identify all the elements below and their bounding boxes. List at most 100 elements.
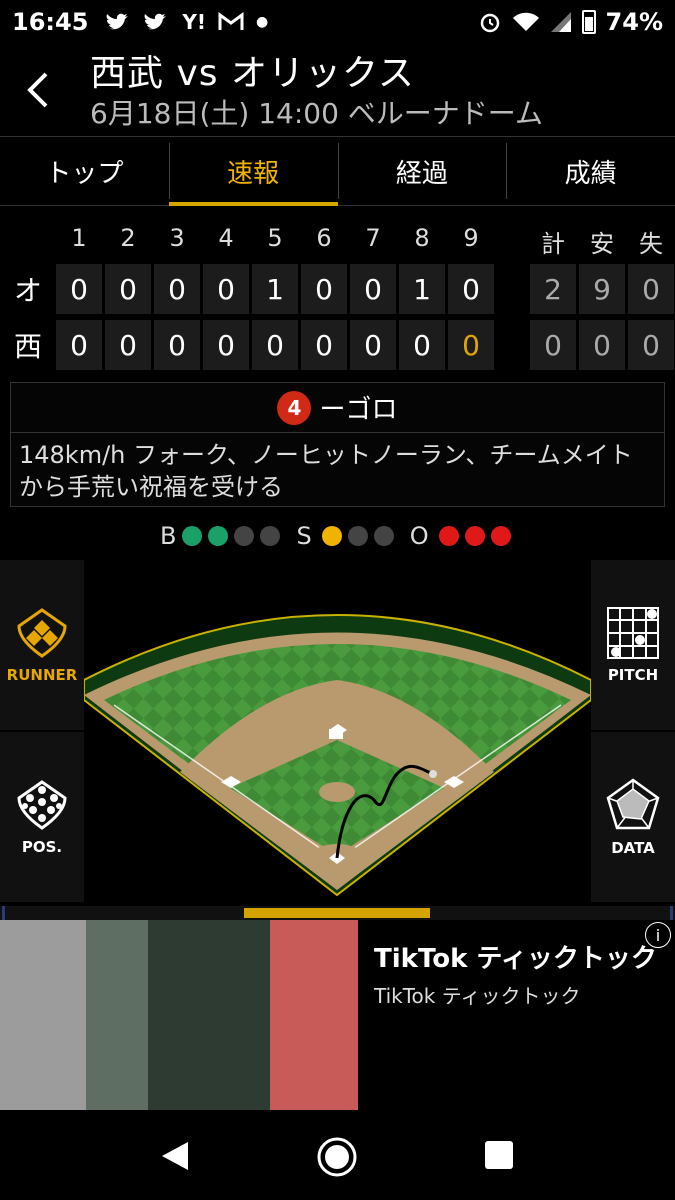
inning-header: 5 bbox=[267, 224, 283, 252]
pitch-button[interactable]: PITCH bbox=[591, 560, 675, 730]
total-runs: 0 bbox=[530, 320, 576, 370]
ad-info-icon[interactable]: i bbox=[645, 922, 671, 948]
scoreboard-row-home: 西 0 0 0 0 0 0 0 0 0 0 0 0 bbox=[0, 320, 674, 370]
game-subtitle: 6月18日(土) 14:00 ベルーナドーム bbox=[90, 97, 543, 130]
ball-count: B S O bbox=[160, 522, 511, 550]
back-arrow-icon[interactable] bbox=[22, 70, 54, 110]
inning-score: 0 bbox=[399, 320, 445, 370]
tab-live[interactable]: 速報 bbox=[168, 137, 338, 206]
ball-indicator bbox=[260, 526, 281, 546]
strike-indicator bbox=[347, 526, 368, 546]
inning-score: 0 bbox=[301, 264, 347, 314]
wifi-icon bbox=[512, 12, 539, 31]
pitch-label: PITCH bbox=[607, 666, 659, 684]
total-errors: 0 bbox=[628, 320, 674, 370]
gmail-icon bbox=[218, 12, 244, 30]
ball-indicator bbox=[182, 526, 203, 546]
inning-header: 8 bbox=[414, 224, 430, 252]
out-indicator bbox=[490, 526, 511, 546]
game-title: 西武 vs オリックス bbox=[90, 53, 415, 94]
inning-header: 4 bbox=[218, 224, 234, 252]
battery-icon bbox=[581, 10, 596, 34]
ad-subtitle: TikTok ティックトック bbox=[374, 984, 581, 1008]
system-nav-bar bbox=[0, 1112, 675, 1200]
inning-header: 6 bbox=[316, 224, 332, 252]
out-indicator bbox=[438, 526, 459, 546]
inning-score: 0 bbox=[203, 264, 249, 314]
field-panel: RUNNER POS. PITCH DATA bbox=[0, 560, 675, 905]
inning-score: 0 bbox=[350, 320, 396, 370]
inning-score: 1 bbox=[252, 264, 298, 314]
ball-indicator bbox=[234, 526, 255, 546]
nav-back-icon[interactable] bbox=[160, 1140, 190, 1172]
inning-header: 9 bbox=[463, 224, 479, 252]
inning-score: 0 bbox=[105, 264, 151, 314]
inning-header: 3 bbox=[169, 224, 185, 252]
nav-home-icon[interactable] bbox=[316, 1136, 358, 1178]
dot-icon: ● bbox=[256, 14, 269, 30]
tab-stats[interactable]: 成績 bbox=[506, 137, 675, 205]
position-icon bbox=[17, 780, 67, 830]
scoreboard: 1 2 3 4 5 6 7 8 9 計 安 失 オ 0 0 0 0 1 0 0 … bbox=[0, 220, 675, 370]
play-progress-bar[interactable] bbox=[0, 906, 675, 920]
system-status-icons: 74% bbox=[478, 8, 663, 36]
outs-label: O bbox=[409, 522, 429, 550]
inning-score: 0 bbox=[350, 264, 396, 314]
pos-label: POS. bbox=[21, 838, 63, 856]
balls-label: B bbox=[160, 522, 177, 550]
total-hits: 9 bbox=[579, 264, 625, 314]
play-result-header: 4 ーゴロ bbox=[11, 383, 664, 433]
inning-header: 7 bbox=[365, 224, 381, 252]
inning-score-current: 0 bbox=[448, 320, 494, 370]
team-abbrev: オ bbox=[13, 274, 42, 307]
clock: 16:45 bbox=[12, 8, 89, 36]
ad-title[interactable]: TikTok ティックトック bbox=[374, 938, 657, 975]
inning-headers: 1 2 3 4 5 6 7 8 9 bbox=[56, 224, 494, 252]
total-errors: 0 bbox=[628, 264, 674, 314]
data-button[interactable]: DATA bbox=[591, 732, 675, 902]
totals-headers: 計 安 失 bbox=[530, 224, 674, 259]
tab-top[interactable]: トップ bbox=[0, 137, 169, 205]
errors-header: 失 bbox=[639, 230, 663, 258]
inning-score: 1 bbox=[399, 264, 445, 314]
inning-header: 2 bbox=[120, 224, 136, 252]
play-result: ーゴロ bbox=[319, 395, 398, 425]
ball-indicator bbox=[208, 526, 229, 546]
total-runs: 2 bbox=[530, 264, 576, 314]
play-description: 148km/h フォーク、ノーヒットノーラン、チームメイトから手荒い祝福を受ける bbox=[19, 441, 633, 501]
runner-diamond-icon bbox=[17, 608, 67, 658]
inning-score: 0 bbox=[105, 320, 151, 370]
signal-icon bbox=[550, 12, 571, 32]
app-header: 西武 vs オリックス 6月18日(土) 14:00 ベルーナドーム bbox=[0, 44, 675, 134]
tab-bar: トップ 速報 経過 成績 bbox=[0, 136, 675, 206]
strikes-label: S bbox=[296, 522, 312, 550]
twitter-icon bbox=[145, 13, 167, 30]
runner-label: RUNNER bbox=[6, 666, 78, 684]
battery-level: 74% bbox=[605, 8, 663, 36]
team-abbrev: 西 bbox=[13, 330, 42, 363]
team-totals: 2 9 0 bbox=[530, 264, 674, 314]
inning-score: 0 bbox=[154, 264, 200, 314]
inning-score: 0 bbox=[203, 320, 249, 370]
yahoo-icon: Y! bbox=[182, 10, 207, 34]
pitch-grid-icon bbox=[607, 607, 659, 659]
out-indicator bbox=[464, 526, 485, 546]
tab-progress[interactable]: 経過 bbox=[337, 137, 507, 205]
position-badge: 4 bbox=[277, 390, 312, 425]
ad-banner[interactable]: TikTok ティックトック TikTok ティックトック i bbox=[0, 920, 675, 1112]
notification-icons: Y! ● bbox=[106, 10, 268, 34]
inning-score: 0 bbox=[56, 264, 102, 314]
position-button[interactable]: POS. bbox=[0, 732, 84, 902]
strike-indicator bbox=[373, 526, 394, 546]
nav-recents-icon[interactable] bbox=[484, 1140, 514, 1170]
team-totals: 0 0 0 bbox=[530, 320, 674, 370]
inning-score: 0 bbox=[56, 320, 102, 370]
inning-score: 0 bbox=[448, 264, 494, 314]
progress-tick bbox=[2, 906, 5, 920]
progress-tick bbox=[670, 906, 673, 920]
ad-image[interactable] bbox=[0, 920, 358, 1110]
play-result-box: 4 ーゴロ 148km/h フォーク、ノーヒットノーラン、チームメイトから手荒い… bbox=[10, 382, 665, 507]
inning-score: 0 bbox=[252, 320, 298, 370]
inning-header: 1 bbox=[71, 224, 87, 252]
runner-button[interactable]: RUNNER bbox=[0, 560, 84, 730]
